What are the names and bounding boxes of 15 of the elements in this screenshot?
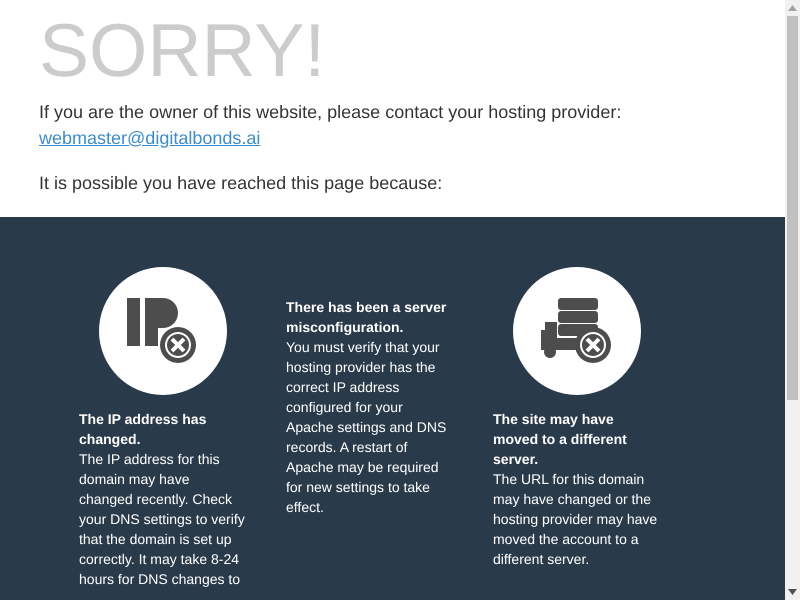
owner-message: If you are the owner of this website, please contact your hosting provider: (39, 102, 622, 122)
scroll-thumb[interactable] (787, 16, 798, 400)
ip-error-icon (126, 298, 198, 364)
scroll-up-icon[interactable] (788, 5, 797, 11)
reason-description: The IP address for this domain may have changed recently. Check your DNS settings to verify that the domain is set up correctly. It may take 8-24 hours for DNS changes to (79, 451, 245, 587)
reason-description: You must verify that your hosting provider has the correct IP address configured for your Apache settings and DNS records. A restart of Apache may be required for new settings to take effect. (286, 339, 446, 515)
reason-title: The site may have moved to a different server. (493, 411, 627, 467)
scroll-down-icon[interactable] (788, 589, 797, 595)
reason-description: The URL for this domain may have changed or the hosting provider may have moved the account to a different server. (493, 471, 658, 567)
scrollbar[interactable] (785, 0, 800, 600)
reason-title: The IP address has changed. (79, 411, 206, 447)
reason-title: There has been a server misconfiguration. (286, 299, 446, 335)
server-truck-error-icon (540, 298, 612, 364)
email-link[interactable]: webmaster@digitalbonds.ai (39, 128, 260, 148)
reasons-intro: It is possible you have reached this page because: (39, 172, 444, 195)
